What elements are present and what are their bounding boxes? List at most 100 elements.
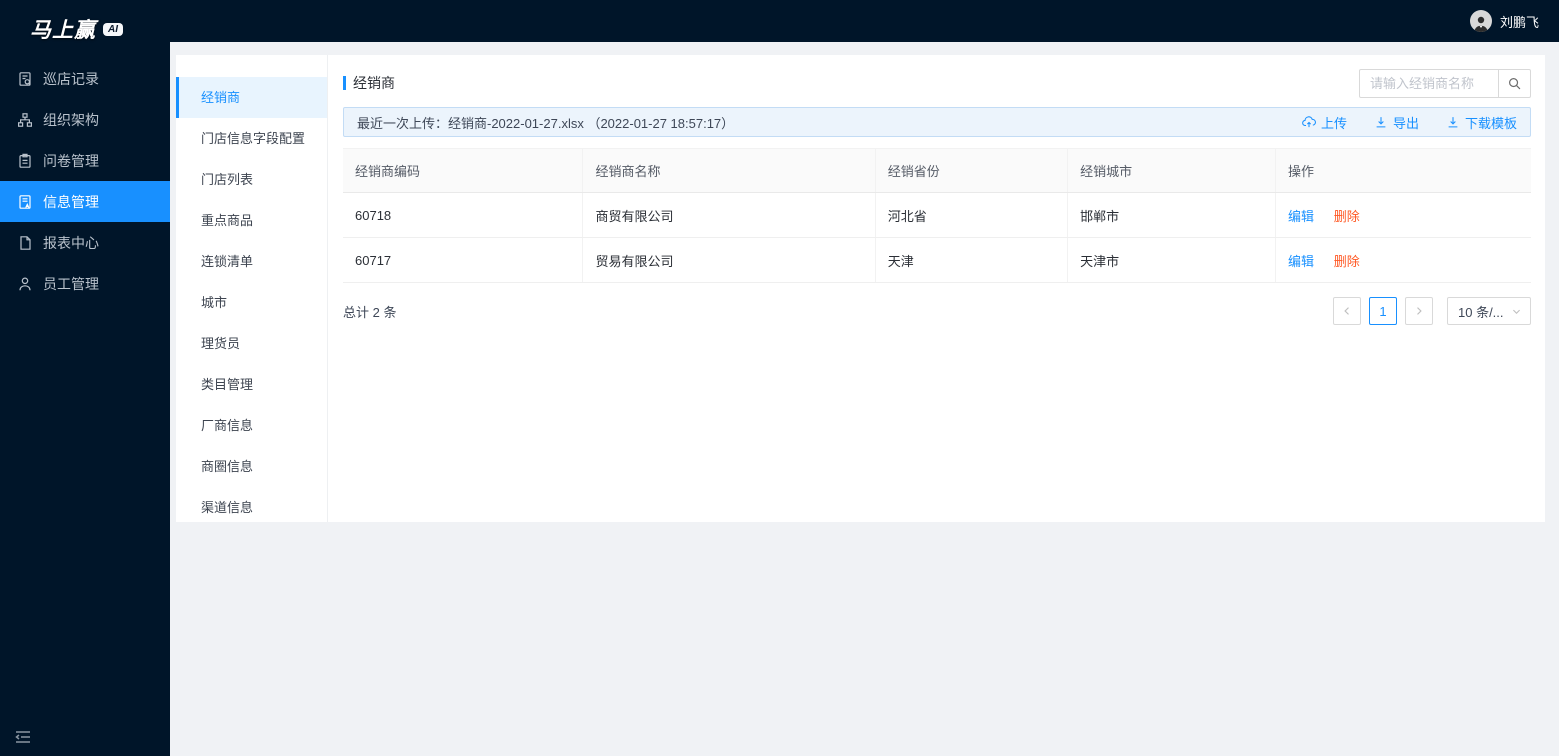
cloud-upload-icon: [1302, 116, 1316, 128]
submenu-item-category-management[interactable]: 类目管理: [176, 364, 327, 405]
app-logo-ai-badge: AI: [103, 22, 123, 36]
secondary-sidebar: 经销商 门店信息字段配置 门店列表 重点商品 连锁清单 城市 理货员 类目管理 …: [176, 55, 328, 522]
submenu-item-label: 连锁清单: [201, 254, 254, 269]
submenu-item-stock-clerk[interactable]: 理货员: [176, 323, 327, 364]
employee-icon: [19, 277, 31, 290]
cell-name: 商贸有限公司: [582, 192, 876, 238]
chevron-left-icon: [1344, 307, 1349, 315]
cell-city: 天津市: [1067, 237, 1277, 283]
cell-province: 河北省: [875, 192, 1069, 238]
submenu-item-label: 门店信息字段配置: [201, 131, 306, 146]
export-button[interactable]: 导出: [1374, 113, 1419, 132]
last-upload-text: 最近一次上传：经销商-2022-01-27.xlsx （2022-01-27 1…: [357, 115, 735, 131]
search-button[interactable]: [1499, 68, 1531, 98]
submenu-item-business-district-info[interactable]: 商圈信息: [176, 446, 327, 487]
sidebar-item-label: 员工管理: [43, 275, 99, 292]
sidebar-item-employee-management[interactable]: 员工管理: [0, 263, 170, 304]
cell-city: 邯郸市: [1067, 192, 1277, 238]
cell-actions: 编辑 删除: [1275, 237, 1531, 283]
submenu-item-chain-list[interactable]: 连锁清单: [176, 241, 327, 282]
column-header-city: 经销城市: [1067, 148, 1277, 193]
chevron-down-icon: [1513, 309, 1520, 314]
sidebar-item-questionnaire[interactable]: 问卷管理: [0, 140, 170, 181]
submenu-item-store-field-config[interactable]: 门店信息字段配置: [176, 118, 327, 159]
app-logo-text: 马上赢: [30, 19, 96, 42]
submenu-item-store-list[interactable]: 门店列表: [176, 159, 327, 200]
page-number: 1: [1379, 303, 1387, 319]
search-input[interactable]: [1359, 68, 1499, 98]
title-accent-bar: [343, 76, 346, 90]
questionnaire-icon: [19, 153, 31, 168]
sidebar-item-store-patrol[interactable]: 巡店记录: [0, 58, 170, 99]
sidebar-item-label: 信息管理: [43, 193, 99, 210]
submenu-item-label: 商圈信息: [201, 459, 254, 474]
search-icon: [1509, 77, 1521, 89]
export-download-icon: [1376, 117, 1386, 128]
next-page-button[interactable]: [1405, 297, 1433, 325]
sidebar-item-label: 巡店记录: [43, 70, 99, 87]
primary-sidebar: 马上赢 AI 巡店记录 组织架构 问卷管理 信息管理 报表中心 员工管理: [0, 0, 170, 756]
top-header-bar: 刘鹏飞: [170, 0, 1559, 42]
column-header-actions: 操作: [1275, 148, 1531, 193]
last-upload-info-bar: 最近一次上传：经销商-2022-01-27.xlsx （2022-01-27 1…: [343, 107, 1531, 137]
page-number-button[interactable]: 1: [1369, 297, 1397, 325]
user-name[interactable]: 刘鹏飞: [1500, 12, 1539, 31]
submenu-item-channel-info[interactable]: 渠道信息: [176, 487, 327, 528]
distributor-table: 经销商编码 经销商名称 经销省份 经销城市 操作 60718 商贸有限公司 河北…: [343, 148, 1531, 283]
export-button-label: 导出: [1392, 115, 1419, 131]
delete-link[interactable]: 删除: [1334, 209, 1360, 224]
download-icon: [1448, 117, 1458, 128]
cell-code: 60717: [343, 237, 584, 283]
sidebar-item-org-structure[interactable]: 组织架构: [0, 99, 170, 140]
app-logo: 马上赢 AI: [0, 0, 170, 58]
submenu-item-label: 重点商品: [201, 213, 254, 228]
page-title: 经销商: [343, 73, 395, 93]
edit-link[interactable]: 编辑: [1288, 254, 1314, 269]
submenu-item-manufacturer-info[interactable]: 厂商信息: [176, 405, 327, 446]
page-title-text: 经销商: [353, 75, 395, 91]
column-header-province: 经销省份: [875, 148, 1069, 193]
submenu-item-label: 理货员: [201, 336, 241, 351]
submenu-item-label: 门店列表: [201, 172, 254, 187]
content-area: 经销商 最近一次上传：经销商-2022-01-27.xlsx （2022-01-…: [328, 55, 1545, 522]
download-template-button-label: 下载模板: [1464, 115, 1517, 131]
person-icon: [1474, 16, 1488, 32]
edit-link[interactable]: 编辑: [1288, 209, 1314, 224]
sidebar-item-label: 报表中心: [43, 234, 99, 251]
column-header-code: 经销商编码: [343, 148, 584, 193]
column-header-name: 经销商名称: [582, 148, 876, 193]
page-size-label: 10 条/...: [1458, 304, 1504, 320]
sidebar-item-label: 问卷管理: [43, 152, 99, 169]
submenu-item-label: 渠道信息: [201, 500, 254, 515]
cell-province: 天津: [875, 237, 1069, 283]
pagination: 1 10 条/...: [1333, 297, 1531, 325]
chevron-right-icon: [1417, 307, 1422, 315]
submenu-item-city[interactable]: 城市: [176, 282, 327, 323]
table-row: 60718 商贸有限公司 河北省 邯郸市 编辑 删除: [343, 192, 1531, 238]
table-row: 60717 贸易有限公司 天津 天津市 编辑 删除: [343, 237, 1531, 283]
page-size-select[interactable]: 10 条/...: [1447, 297, 1531, 325]
submenu-item-label: 厂商信息: [201, 418, 254, 433]
store-patrol-icon: [19, 71, 31, 86]
upload-button[interactable]: 上传: [1302, 113, 1347, 132]
prev-page-button[interactable]: [1333, 297, 1361, 325]
report-center-icon: [20, 235, 31, 250]
sidebar-item-report-center[interactable]: 报表中心: [0, 222, 170, 263]
submenu-item-distributor[interactable]: 经销商: [176, 77, 327, 118]
download-template-button[interactable]: 下载模板: [1446, 113, 1517, 132]
submenu-item-key-products[interactable]: 重点商品: [176, 200, 327, 241]
cell-actions: 编辑 删除: [1275, 192, 1531, 238]
sidebar-item-info-management[interactable]: 信息管理: [0, 181, 170, 222]
cell-code: 60718: [343, 192, 584, 238]
user-avatar[interactable]: [1469, 10, 1492, 32]
sidebar-item-label: 组织架构: [43, 111, 99, 128]
main-panel: 经销商 门店信息字段配置 门店列表 重点商品 连锁清单 城市 理货员 类目管理 …: [176, 55, 1545, 522]
upload-button-label: 上传: [1320, 115, 1347, 131]
menu-fold-icon[interactable]: [13, 727, 33, 747]
search-group: [1359, 68, 1531, 98]
delete-link[interactable]: 删除: [1334, 254, 1360, 269]
info-management-icon: [19, 194, 31, 209]
org-structure-icon: [18, 112, 32, 127]
table-header-row: 经销商编码 经销商名称 经销省份 经销城市 操作: [343, 148, 1531, 193]
cell-name: 贸易有限公司: [582, 237, 876, 283]
